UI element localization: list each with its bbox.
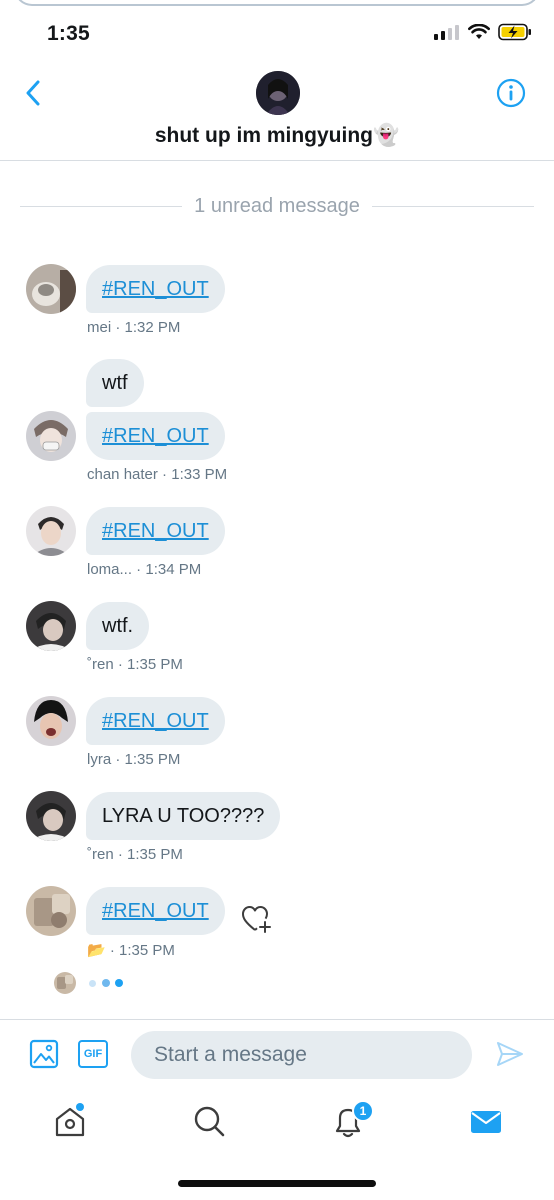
conversation-title[interactable]: shut up im mingyuing👻: [0, 124, 554, 148]
message-time: 1:32 PM: [124, 319, 181, 336]
unread-label: 1 unread message: [194, 194, 360, 217]
avatar-ren[interactable]: [26, 791, 76, 841]
notification-badge: 1: [352, 1100, 374, 1122]
conversation-avatar[interactable]: [256, 71, 300, 115]
signal-icon: [434, 25, 459, 40]
notification-count: 1: [359, 1104, 367, 1118]
message-author[interactable]: ren: [92, 846, 114, 863]
avatar-chan-hater[interactable]: [26, 411, 76, 461]
avatar-loma[interactable]: [26, 506, 76, 556]
chevron-left-icon: [26, 80, 40, 106]
wifi-icon: [468, 24, 490, 39]
message-meta: lyra · 1:35 PM: [87, 751, 181, 768]
message-bubble[interactable]: #REN_OUT: [86, 265, 225, 313]
message-bubble[interactable]: LYRA U TOO????: [86, 792, 281, 840]
unread-divider: 1 unread message: [20, 192, 535, 220]
avatar-mei[interactable]: [26, 264, 76, 314]
status-icons: [434, 23, 532, 41]
message-author[interactable]: ren: [92, 656, 114, 673]
status-time: 1:35: [47, 22, 90, 45]
message-author[interactable]: chan hater: [87, 466, 158, 483]
gif-label: GIF: [83, 1048, 103, 1060]
message-meta: chan hater · 1:33 PM: [87, 466, 228, 483]
image-icon: [29, 1039, 59, 1069]
message-meta: loma... · 1:34 PM: [87, 561, 202, 578]
home-indicator[interactable]: [178, 1180, 376, 1187]
message-time: 1:35 PM: [127, 656, 183, 673]
message-time: 1:35 PM: [119, 942, 175, 959]
avatar-ren[interactable]: [26, 601, 76, 651]
message-time: 1:33 PM: [171, 466, 228, 483]
message-bubble[interactable]: wtf.: [86, 602, 150, 650]
tab-home[interactable]: [52, 1103, 88, 1139]
message-author[interactable]: loma...: [87, 561, 132, 578]
message-bubble[interactable]: #REN_OUT: [86, 507, 225, 555]
envelope-icon: [471, 1111, 501, 1133]
message-time: 1:34 PM: [145, 561, 202, 578]
typing-indicator: [54, 972, 134, 994]
hashtag-link[interactable]: #REN_OUT: [102, 278, 209, 300]
message-bubble[interactable]: #REN_OUT: [86, 697, 225, 745]
tab-messages[interactable]: [468, 1103, 504, 1139]
conversation-header: shut up im mingyuing👻: [0, 60, 554, 161]
send-icon: [497, 1042, 523, 1066]
typing-avatar: [54, 972, 76, 994]
status-bar: 1:35: [0, 0, 554, 60]
hashtag-link[interactable]: #REN_OUT: [102, 710, 209, 732]
info-button[interactable]: [496, 78, 526, 108]
message-bubble[interactable]: #REN_OUT: [86, 887, 225, 935]
message-meta: ˚ren · 1:35 PM: [87, 656, 183, 673]
message-author[interactable]: 📂: [87, 942, 106, 959]
message-time: 1:35 PM: [124, 751, 181, 768]
avatar-lyra[interactable]: [26, 696, 76, 746]
hashtag-link[interactable]: #REN_OUT: [102, 425, 209, 447]
home-icon: [55, 1103, 85, 1137]
back-button[interactable]: [20, 78, 46, 108]
message-meta: ˚ren · 1:35 PM: [87, 846, 183, 863]
tab-bar: 1: [0, 1093, 554, 1153]
message-text: wtf: [102, 372, 128, 394]
message-composer: GIF Start a message: [0, 1019, 554, 1089]
message-text: wtf.: [102, 615, 134, 637]
message-author[interactable]: lyra: [87, 751, 111, 768]
message-bubble[interactable]: wtf: [86, 359, 144, 407]
message-author[interactable]: mei: [87, 319, 111, 336]
typing-dot: [115, 979, 123, 987]
search-icon: [194, 1106, 225, 1137]
typing-dot: [102, 979, 110, 987]
hashtag-link[interactable]: #REN_OUT: [102, 520, 209, 542]
message-input[interactable]: Start a message: [131, 1031, 472, 1079]
message-bubble[interactable]: #REN_OUT: [86, 412, 225, 460]
message-meta: 📂 · 1:35 PM: [87, 942, 175, 959]
avatar-folder-user[interactable]: [26, 886, 76, 936]
typing-dot: [89, 980, 96, 987]
heart-plus-icon: [242, 906, 271, 933]
media-button[interactable]: [29, 1039, 59, 1069]
battery-charging-icon: [498, 23, 531, 41]
gif-button[interactable]: GIF: [78, 1040, 108, 1068]
tab-search[interactable]: [191, 1103, 227, 1139]
message-text: LYRA U TOO????: [102, 805, 265, 827]
tab-notifications[interactable]: 1: [330, 1100, 380, 1139]
message-time: 1:35 PM: [127, 846, 183, 863]
message-meta: mei · 1:32 PM: [87, 319, 181, 336]
info-icon: [496, 78, 526, 108]
like-button[interactable]: [241, 904, 273, 936]
send-button[interactable]: [495, 1039, 525, 1069]
hashtag-link[interactable]: #REN_OUT: [102, 900, 209, 922]
